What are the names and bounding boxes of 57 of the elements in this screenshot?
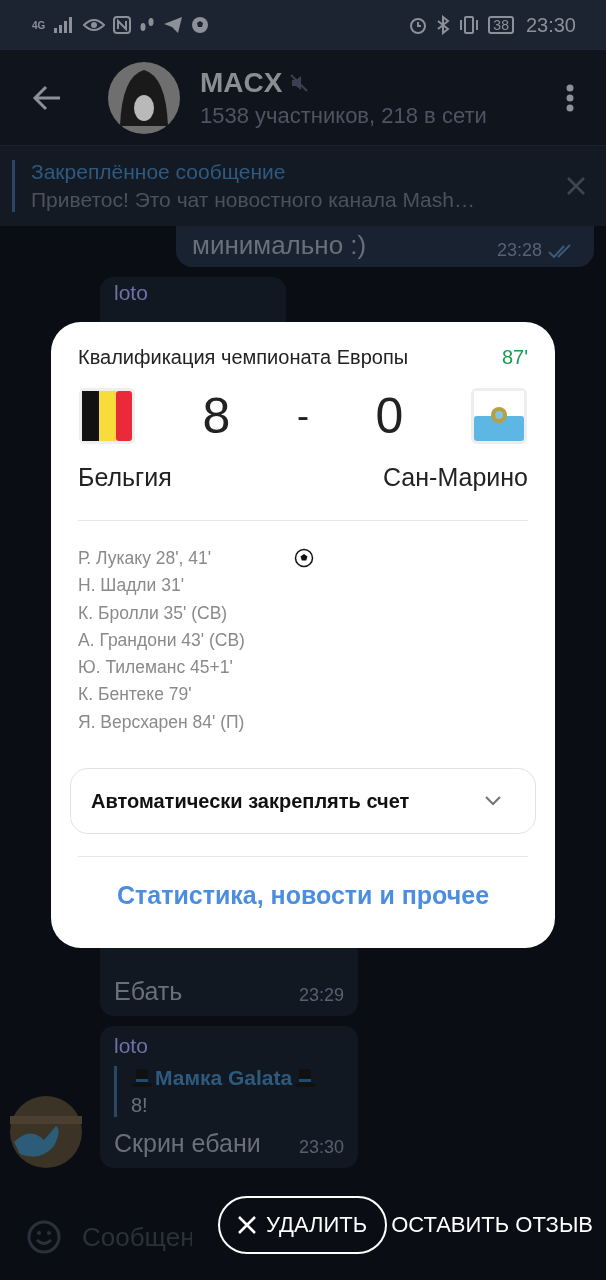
bluetooth-icon <box>436 15 451 35</box>
soccer-ball-icon <box>294 548 314 568</box>
goal-scorer: Ю. Тилеманс 45+1' <box>78 656 234 680</box>
back-arrow-icon[interactable] <box>32 84 62 111</box>
network-label: 4G <box>32 19 46 31</box>
member-count: 1538 участников, 218 в сети <box>200 102 488 129</box>
match-minute: 87' <box>501 346 528 369</box>
stats-link[interactable]: Статистика, новости и прочее <box>78 881 528 911</box>
goal-scorer: Я. Версхарен 84' (П) <box>78 710 246 734</box>
sender-name: loto <box>114 1034 149 1058</box>
sender-name: loto <box>114 281 149 305</box>
message-time: 23:30 <box>298 1137 344 1158</box>
chevron-down-icon <box>485 796 501 807</box>
message-text: Скрин ебани <box>114 1129 261 1158</box>
message-text: минимально :) <box>192 230 367 261</box>
goal-scorer: Н. Шадли 31' <box>78 574 185 598</box>
message-time: 23:28 <box>496 240 542 261</box>
home-team: Бельгия <box>78 463 172 492</box>
close-icon <box>238 1216 256 1234</box>
message-bubble[interactable]: минимально :) 23:28 <box>176 226 594 267</box>
flag-icon <box>470 387 528 445</box>
message-bubble[interactable]: loto Мамка Galata 8! Скрин ебани 23:30 <box>100 1026 358 1168</box>
footprints-icon <box>139 16 156 34</box>
pinned-label: Закреплённое сообщение <box>31 160 287 184</box>
message-time: 23:29 <box>298 985 344 1006</box>
goal-scorer: Р. Лукаку 28', 41' <box>78 547 213 570</box>
pinned-text: Приветос! Это чат новостного канала Mash… <box>31 188 476 212</box>
away-team: Сан-Марино <box>383 463 528 492</box>
battery-indicator: 38 <box>488 16 514 34</box>
goal-scorer: К. Бролли 35' (СВ) <box>78 601 229 625</box>
message-text: Ебать <box>114 977 183 1006</box>
soccer-ball-icon <box>191 16 210 34</box>
more-menu-icon[interactable] <box>566 83 574 112</box>
quote-author: Мамка Galata <box>155 1066 293 1090</box>
top-hat-icon <box>131 1068 153 1088</box>
chat-title: MACX <box>200 66 283 99</box>
nfc-icon <box>113 16 132 34</box>
pinned-message-bar[interactable]: Закреплённое сообщение Приветос! Это чат новостного канала Mash… <box>0 145 606 226</box>
paper-plane-icon <box>163 16 184 34</box>
vibrate-icon <box>458 15 481 35</box>
avatar[interactable] <box>108 61 180 134</box>
feedback-button[interactable]: ОСТАВИТЬ ОТЗЫВ <box>387 1212 594 1238</box>
competition-title: Квалификация чемпионата Европы <box>78 346 409 369</box>
clock: 23:30 <box>525 13 576 37</box>
goal-scorer: К. Бентеке 79' <box>78 683 193 707</box>
goal-scorer: А. Грандони 43' (СВ) <box>78 628 246 652</box>
flag-icon <box>78 387 136 445</box>
delete-button[interactable]: УДАЛИТЬ <box>218 1196 388 1254</box>
alarm-icon <box>408 15 429 35</box>
top-hat-icon <box>294 1068 317 1088</box>
score-separator: - <box>297 395 309 437</box>
away-score: 0 <box>374 387 405 445</box>
eye-icon <box>83 17 106 33</box>
quote-text: 8! <box>131 1094 149 1117</box>
home-score: 8 <box>201 387 232 445</box>
reply-quote[interactable]: Мамка Galata 8! <box>114 1066 344 1117</box>
autopin-dropdown[interactable]: Автоматически закреплять счет <box>70 768 536 835</box>
